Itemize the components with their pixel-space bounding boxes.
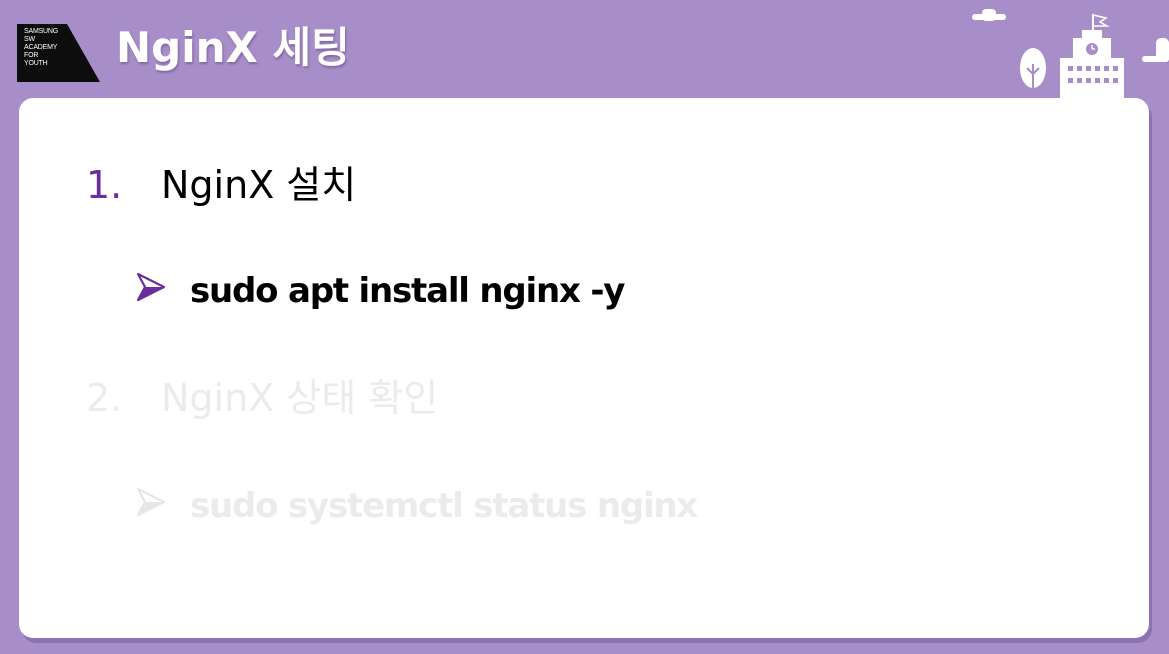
logo-text: SAMSUNG SW ACADEMY FOR YOUTH (24, 28, 58, 68)
school-building-icon (1060, 30, 1124, 100)
tree-icon (1020, 48, 1046, 96)
item-heading: NginX 설치 (161, 163, 357, 207)
logo-line: FOR (24, 52, 39, 59)
flag-icon (1092, 14, 1110, 31)
logo-line: SW (24, 36, 35, 43)
logo-line: YOUTH (24, 60, 48, 67)
logo-line: ACADEMY (24, 44, 58, 51)
arrow-bullet-icon (136, 272, 166, 302)
school-illustration (972, 9, 1169, 100)
cloud-icon (1142, 38, 1169, 62)
item-heading: NginX 상태 확인 (161, 376, 439, 420)
item-number: 1. (86, 163, 123, 207)
command-text: sudo apt install nginx -y (190, 271, 625, 311)
samsung-sw-academy-logo: SAMSUNG SW ACADEMY FOR YOUTH (17, 24, 100, 82)
logo-line: SAMSUNG (24, 28, 58, 35)
item-number: 2. (86, 376, 123, 420)
command-text: sudo systemctl status nginx (190, 486, 698, 526)
clock-icon (1086, 43, 1098, 55)
cloud-icon (972, 9, 1006, 21)
arrow-bullet-icon (136, 487, 166, 517)
slide-title: NginX 세팅 (116, 23, 350, 72)
content-card: 1. NginX 설치 sudo apt install nginx -y 2.… (19, 98, 1149, 638)
